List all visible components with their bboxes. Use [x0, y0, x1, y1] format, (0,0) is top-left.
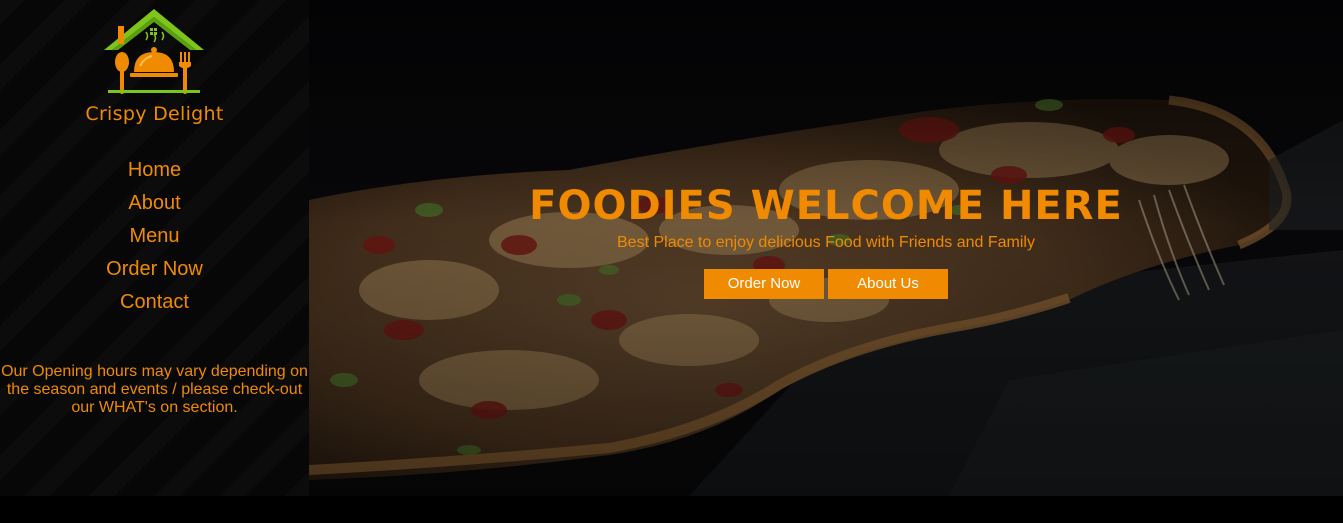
- hero-subtitle: Best Place to enjoy delicious Food with …: [617, 234, 1035, 251]
- nav-item-order-now: Order Now: [0, 255, 309, 288]
- page: Crispy Delight Home About Menu Order Now…: [0, 0, 1343, 523]
- nav-link-about[interactable]: About: [128, 192, 180, 214]
- nav-item-home: Home: [0, 156, 309, 189]
- hero-buttons: Order Now About Us: [309, 269, 1343, 299]
- nav-item-about: About: [0, 189, 309, 222]
- nav-link-home[interactable]: Home: [128, 159, 181, 181]
- nav-link-order-now[interactable]: Order Now: [106, 258, 203, 280]
- nav-link-menu[interactable]: Menu: [129, 225, 179, 247]
- about-us-button[interactable]: About Us: [828, 269, 948, 299]
- opening-hours-note: Our Opening hours may vary depending on …: [1, 363, 308, 416]
- brand-name: Crispy Delight: [85, 103, 224, 125]
- restaurant-house-cloche-icon: [104, 9, 204, 94]
- logo[interactable]: [100, 6, 208, 98]
- nav-item-menu: Menu: [0, 222, 309, 255]
- hero-title: FOODIES WELCOME HERE: [529, 183, 1123, 229]
- main-nav: Home About Menu Order Now Contact: [0, 156, 309, 321]
- nav-item-contact: Contact: [0, 288, 309, 321]
- hero-section: FOODIES WELCOME HERE Best Place to enjoy…: [309, 0, 1343, 496]
- bottom-bar: [0, 496, 1343, 523]
- sidebar: Crispy Delight Home About Menu Order Now…: [0, 0, 309, 496]
- nav-link-contact[interactable]: Contact: [120, 291, 189, 313]
- order-now-button[interactable]: Order Now: [704, 269, 824, 299]
